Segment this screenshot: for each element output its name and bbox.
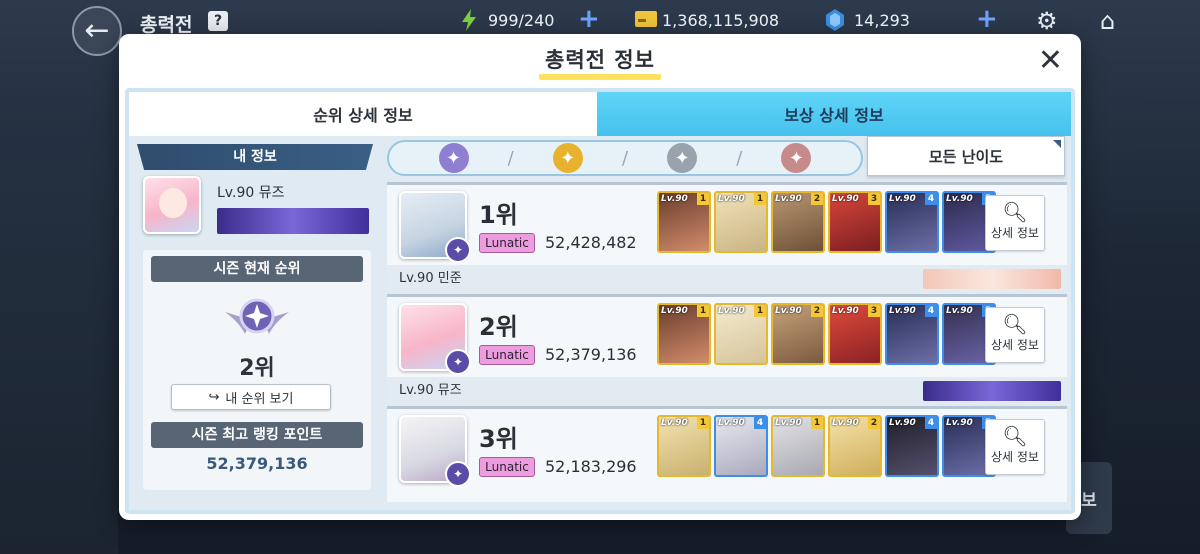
arrow-left-icon: ← (84, 13, 110, 48)
help-button[interactable]: ? (208, 11, 228, 31)
player-info-bar: Lv.90 뮤즈 (387, 377, 1067, 404)
student-card[interactable]: Lv.90 1 (714, 191, 768, 253)
detail-info-button[interactable]: 🔍︎ 상세 정보 (985, 307, 1045, 363)
stamina-counter: 999/240 (460, 9, 554, 31)
player-avatar[interactable]: ✦ (399, 303, 471, 375)
player-banner (923, 381, 1061, 401)
tab-container: 순위 상세 정보 보상 상세 정보 내 정보 Lv.90 뮤즈 시즌 현재 순위 (125, 88, 1075, 514)
tab-ranking-details[interactable]: 순위 상세 정보 (129, 92, 597, 136)
detail-info-button[interactable]: 🔍︎ 상세 정보 (985, 419, 1045, 475)
background-decoration (0, 120, 118, 554)
gems-counter: 14,293 (826, 9, 910, 31)
ranking-entry-2: ✦ 2위 Lunatic 52,379,136 Lv.90 1 Lv.90 1 Lv… (387, 294, 1067, 404)
view-my-rank-label: 내 순위 보기 (225, 391, 294, 407)
my-profile-banner (217, 208, 369, 234)
player-avatar[interactable]: ✦ (399, 191, 471, 263)
separator: / (736, 147, 743, 169)
my-rank: 2위 (239, 356, 275, 381)
silver-emblem-icon[interactable]: ✦ (667, 143, 698, 173)
stamina-value: 999/240 (488, 10, 555, 30)
close-icon[interactable]: ✕ (1038, 46, 1063, 76)
credits-counter: 1,368,115,908 (634, 9, 779, 31)
title-underline (539, 74, 661, 80)
student-card[interactable]: Lv.90 1 (771, 415, 825, 477)
student-card[interactable]: Lv.90 2 (828, 415, 882, 477)
tier-badge-icon: ✦ (445, 237, 471, 263)
dropdown-corner-icon (1053, 140, 1061, 148)
player-avatar[interactable]: ✦ (399, 415, 471, 487)
credits-value: 1,368,115,908 (662, 10, 780, 30)
student-card[interactable]: Lv.90 3 (828, 191, 882, 253)
detail-info-button[interactable]: 🔍︎ 상세 정보 (985, 195, 1045, 251)
player-banner (923, 269, 1061, 289)
separator: / (507, 147, 514, 169)
student-card[interactable]: Lv.90 2 (771, 191, 825, 253)
home-icon[interactable]: ⌂ (1100, 7, 1115, 35)
magnifier-icon: 🔍︎ (1002, 424, 1028, 448)
difficulty-filter-bar: ✦ / ✦ / ✦ / ✦ (387, 140, 863, 176)
my-avatar (143, 176, 201, 234)
red-emblem-icon[interactable]: ✦ (781, 143, 812, 173)
best-points-value: 52,379,136 (206, 454, 308, 473)
rank-number: 3위 (479, 425, 518, 453)
separator: / (621, 147, 629, 169)
student-card[interactable]: Lv.90 4 (714, 415, 768, 477)
player-name: Lv.90 민준 (399, 271, 462, 286)
score-value: 52,428,482 (545, 233, 637, 252)
season-rank-label: 시즌 현재 순위 (151, 256, 363, 282)
tab-content: 내 정보 Lv.90 뮤즈 시즌 현재 순위 2위 ↪ 내 순위 보기 시즌 최… (129, 136, 1071, 510)
player-info-bar: Lv.90 민준 (387, 265, 1067, 292)
season-tier-emblem-icon (221, 292, 293, 340)
rank-number: 1위 (479, 201, 518, 229)
add-stamina-button[interactable]: + (578, 6, 600, 32)
total-assault-info-modal: 총력전 정보 ✕ 순위 상세 정보 보상 상세 정보 내 정보 Lv.90 뮤즈… (119, 34, 1081, 520)
difficulty-dropdown-label: 모든 난이도 (928, 147, 1004, 166)
modal-title: 총력전 정보 (545, 48, 655, 72)
best-points-label: 시즌 최고 랭킹 포인트 (151, 422, 363, 448)
season-rank-panel: 시즌 현재 순위 2위 ↪ 내 순위 보기 시즌 최고 랭킹 포인트 52,37… (143, 250, 371, 490)
gem-icon (826, 9, 844, 31)
purple-emblem-icon[interactable]: ✦ (438, 143, 469, 173)
credit-card-icon (634, 9, 657, 31)
my-name: Lv.90 뮤즈 (217, 185, 285, 201)
tier-badge-icon: ✦ (445, 461, 471, 487)
student-card[interactable]: Lv.90 2 (771, 303, 825, 365)
score-value: 52,183,296 (545, 457, 637, 476)
rank-number: 2위 (479, 313, 518, 341)
tier-badge-icon: ✦ (445, 349, 471, 375)
difficulty-badge: Lunatic (479, 345, 535, 365)
back-button[interactable]: ← (72, 6, 122, 56)
view-my-rank-button[interactable]: ↪ 내 순위 보기 (171, 384, 331, 410)
share-arrow-icon: ↪ (208, 389, 220, 405)
gems-value: 14,293 (854, 10, 910, 30)
team-lineup: Lv.90 1 Lv.90 1 Lv.90 2 Lv.90 3 Lv.90 4 Lv.90… (657, 191, 996, 253)
lightning-icon (460, 9, 478, 31)
student-card[interactable]: Lv.90 4 (885, 303, 939, 365)
student-card[interactable]: Lv.90 1 (657, 415, 711, 477)
magnifier-icon: 🔍︎ (1002, 312, 1028, 336)
add-gems-button[interactable]: + (976, 6, 998, 32)
score-value: 52,379,136 (545, 345, 637, 364)
screen-title: 총력전 (140, 14, 193, 36)
student-card[interactable]: Lv.90 1 (714, 303, 768, 365)
team-lineup: Lv.90 1 Lv.90 1 Lv.90 2 Lv.90 3 Lv.90 4 Lv.90… (657, 303, 996, 365)
student-card[interactable]: Lv.90 4 (885, 191, 939, 253)
settings-gear-icon[interactable]: ⚙ (1036, 7, 1058, 35)
difficulty-badge: Lunatic (479, 233, 535, 253)
student-card[interactable]: Lv.90 1 (657, 191, 711, 253)
ranking-entry-1: ✦ 1위 Lunatic 52,428,482 Lv.90 1 Lv.90 1 Lv… (387, 182, 1067, 292)
difficulty-badge: Lunatic (479, 457, 535, 477)
magnifier-icon: 🔍︎ (1002, 200, 1028, 224)
player-name: Lv.90 뮤즈 (399, 383, 462, 398)
gold-emblem-icon[interactable]: ✦ (552, 143, 583, 173)
difficulty-dropdown[interactable]: 모든 난이도 (867, 136, 1065, 176)
team-lineup: Lv.90 1 Lv.90 4 Lv.90 1 Lv.90 2 Lv.90 4 Lv.90… (657, 415, 996, 477)
ranking-list[interactable]: ✦ 1위 Lunatic 52,428,482 Lv.90 1 Lv.90 1 Lv… (387, 182, 1067, 502)
student-card[interactable]: Lv.90 4 (885, 415, 939, 477)
student-card[interactable]: Lv.90 1 (657, 303, 711, 365)
tab-reward-details[interactable]: 보상 상세 정보 (597, 92, 1071, 136)
ranking-entry-3: ✦ 3위 Lunatic 52,183,296 Lv.90 1 Lv.90 4 Lv… (387, 406, 1067, 502)
student-card[interactable]: Lv.90 3 (828, 303, 882, 365)
my-info-header: 내 정보 (137, 144, 373, 170)
